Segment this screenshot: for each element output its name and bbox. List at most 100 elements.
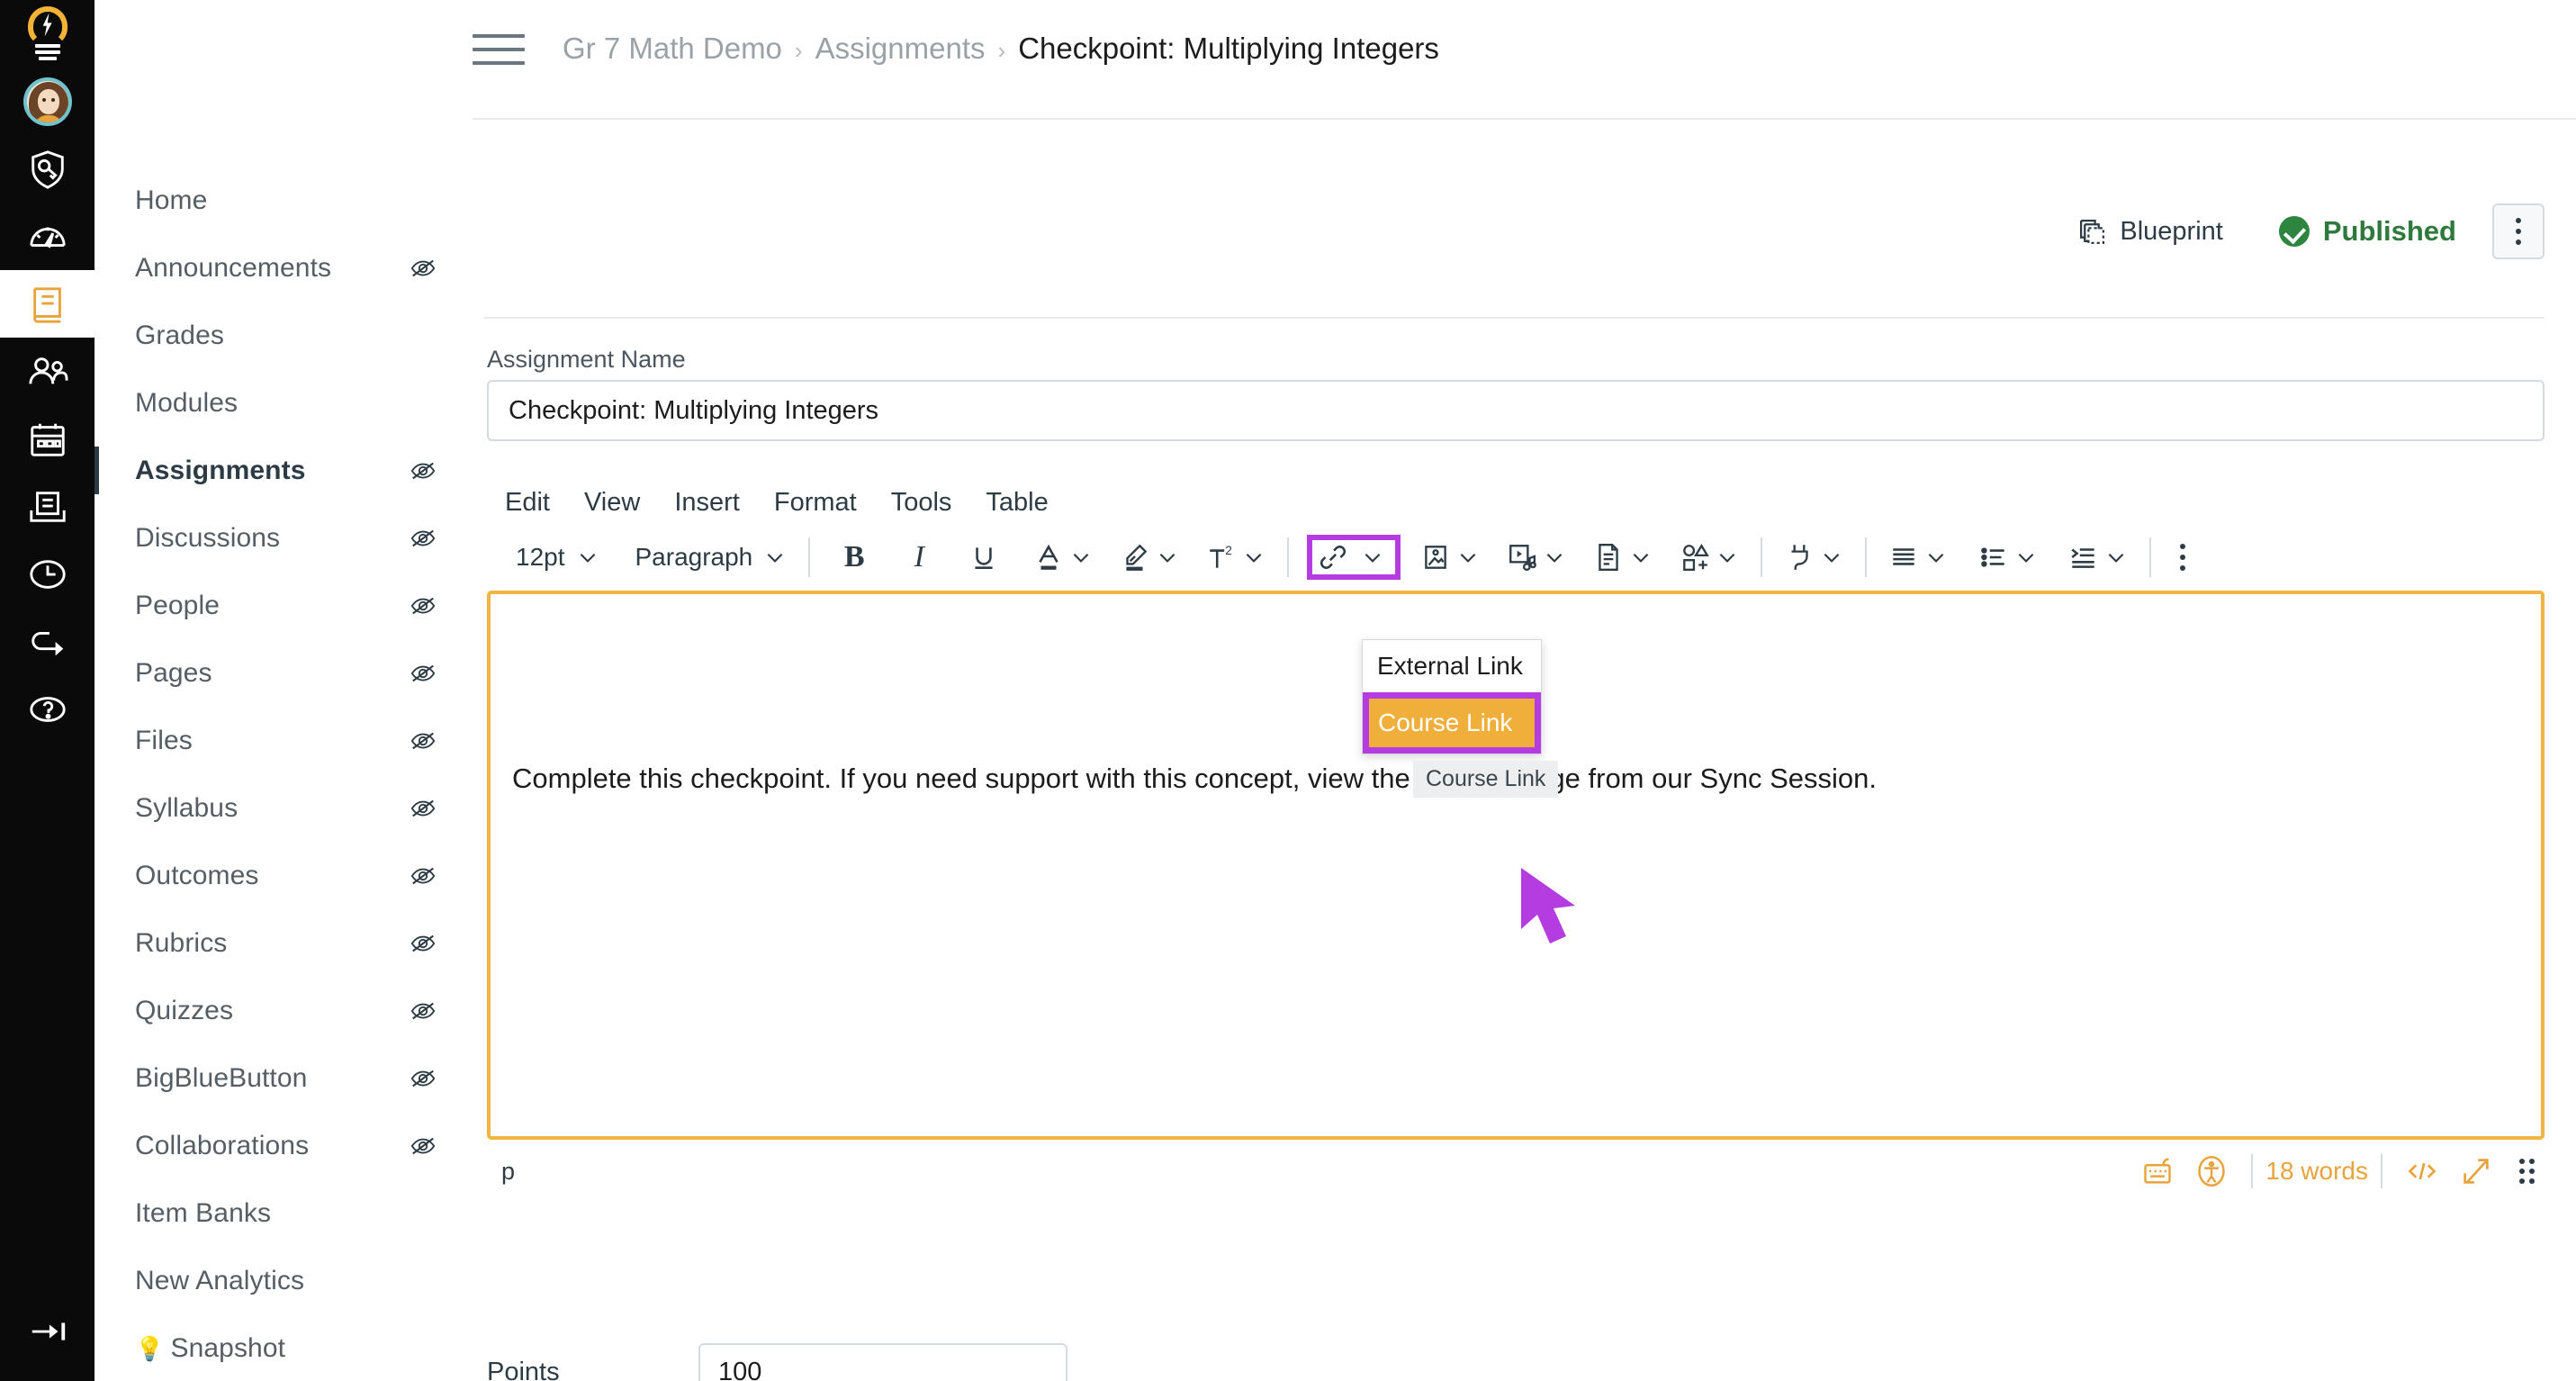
chevron-down-icon-2 — [763, 546, 787, 569]
global-nav-account[interactable] — [0, 68, 95, 135]
course-nav-item-modules[interactable]: Modules — [135, 369, 459, 437]
course-nav-item-pages[interactable]: Pages — [135, 639, 459, 707]
resize-handle-icon[interactable] — [2519, 1159, 2539, 1184]
global-nav-groups[interactable] — [0, 338, 95, 405]
superscript-button[interactable]: 2 — [1199, 534, 1273, 581]
divider — [484, 317, 2544, 319]
bold-button[interactable]: B — [832, 534, 877, 581]
link-menu-item-external-link[interactable]: External Link — [1363, 640, 1541, 692]
toolbar-overflow-button[interactable] — [2166, 544, 2200, 571]
rce-menu-insert[interactable]: Insert — [674, 488, 740, 518]
global-nav-calendar[interactable] — [0, 405, 95, 473]
course-nav-item-people[interactable]: People — [135, 572, 459, 639]
more-options-button[interactable] — [2492, 203, 2544, 259]
rce-menu-tools[interactable]: Tools — [891, 488, 952, 518]
blueprint-label: Blueprint — [2120, 216, 2223, 246]
gauge-icon — [27, 216, 68, 257]
underline-button[interactable] — [961, 534, 1006, 581]
indent-button[interactable] — [2061, 534, 2135, 581]
blueprint-button[interactable]: Blueprint — [2077, 216, 2223, 247]
course-nav-label: Files — [135, 725, 193, 755]
assignment-name-label: Assignment Name — [487, 346, 686, 373]
keyboard-shortcuts-icon[interactable] — [2141, 1155, 2174, 1187]
check-circle-icon — [2278, 216, 2310, 247]
element-path[interactable]: p — [501, 1158, 515, 1186]
course-nav-item-rubrics[interactable]: Rubrics — [135, 909, 459, 977]
course-nav-list: Home Announcements Grades Modules Assignment… — [95, 167, 459, 1381]
course-nav-item-quizzes[interactable]: Quizzes — [135, 977, 459, 1044]
insert-link-button[interactable] — [1307, 535, 1401, 580]
course-nav-item-outcomes[interactable]: Outcomes — [135, 842, 459, 909]
global-nav-dashboard-logo[interactable] — [0, 0, 95, 68]
global-nav-admin[interactable] — [0, 135, 95, 203]
breadcrumb-assignments[interactable]: Assignments — [815, 32, 986, 66]
course-nav-item-discussions[interactable]: Discussions — [135, 504, 459, 572]
chevron-down-icon-7 — [1456, 546, 1480, 569]
italic-button[interactable]: I — [896, 534, 941, 581]
highlight-color-button[interactable] — [1112, 534, 1186, 581]
published-badge[interactable]: Published — [2278, 215, 2456, 248]
course-nav-item-grades[interactable]: Grades — [135, 302, 459, 369]
breadcrumb-course[interactable]: Gr 7 Math Demo — [563, 32, 782, 66]
global-nav-history[interactable] — [0, 540, 95, 608]
insert-image-button[interactable] — [1413, 534, 1487, 581]
global-nav-commons[interactable] — [0, 608, 95, 675]
hidden-eye-icon — [410, 1065, 437, 1092]
fullscreen-expand-icon[interactable] — [2460, 1155, 2492, 1187]
course-nav-item-files[interactable]: Files — [135, 707, 459, 774]
text-color-button[interactable] — [1026, 534, 1100, 581]
statusbar-right: 18 words — [2130, 1154, 2539, 1188]
chevron-down-icon-8 — [1543, 546, 1566, 569]
course-nav-item-item-banks[interactable]: Item Banks — [135, 1179, 459, 1247]
chevron-down-icon-9 — [1629, 546, 1653, 569]
course-nav-item-snapshot[interactable]: 💡 Snapshot — [135, 1314, 459, 1381]
text-color-icon — [1033, 542, 1064, 573]
rce-menu-view[interactable]: View — [584, 488, 640, 518]
course-nav-item-announcements[interactable]: Announcements — [135, 234, 459, 302]
hamburger-menu-icon[interactable] — [473, 34, 525, 75]
global-nav-dashboard[interactable] — [0, 203, 95, 270]
course-nav-item-home[interactable]: Home — [135, 167, 459, 234]
lightbulb-emoji-icon: 💡 — [135, 1334, 165, 1362]
insert-media-button[interactable] — [1500, 534, 1573, 581]
published-label: Published — [2322, 215, 2456, 247]
html-editor-icon[interactable] — [2406, 1155, 2438, 1187]
course-nav-label: Rubrics — [135, 927, 228, 958]
assignment-name-input[interactable] — [487, 380, 2544, 441]
global-nav-courses[interactable] — [0, 270, 95, 338]
align-button[interactable] — [1881, 534, 1955, 581]
lightbulb-icon — [21, 5, 75, 62]
course-nav-item-new-analytics[interactable]: New Analytics — [135, 1247, 459, 1314]
insert-shape-button[interactable] — [1672, 534, 1746, 581]
rce-menu-format[interactable]: Format — [774, 488, 857, 518]
hidden-eye-icon — [410, 592, 437, 619]
link-menu-item-course-link[interactable]: Course Link — [1363, 692, 1541, 754]
course-nav-label: Home — [135, 185, 208, 215]
word-count[interactable]: 18 words — [2265, 1157, 2368, 1186]
toolbar-divider-2 — [1287, 537, 1290, 577]
course-nav-item-bigbluebutton[interactable]: BigBlueButton — [135, 1044, 459, 1112]
rce-menubar: Edit View Insert Format Tools Table — [487, 477, 2544, 528]
rce-menu-edit[interactable]: Edit — [505, 488, 550, 518]
link-tooltip: Course Link — [1413, 761, 1559, 798]
book-icon — [27, 284, 68, 325]
apps-plugin-icon — [1784, 542, 1815, 573]
chevron-down-icon-6 — [1361, 546, 1384, 569]
block-format-dropdown[interactable]: Paragraph — [623, 534, 795, 581]
bullet-list-button[interactable] — [1971, 534, 2045, 581]
course-nav-item-collaborations[interactable]: Collaborations — [135, 1112, 459, 1179]
points-input[interactable] — [698, 1343, 1067, 1381]
course-nav-item-assignments[interactable]: Assignments — [95, 437, 459, 504]
apps-button[interactable] — [1777, 534, 1851, 581]
global-nav-help[interactable] — [0, 675, 95, 743]
avatar-icon — [23, 77, 72, 126]
global-nav-collapse[interactable] — [0, 1282, 95, 1381]
accessibility-checker-icon[interactable] — [2195, 1155, 2228, 1187]
global-nav-inbox[interactable] — [0, 473, 95, 540]
course-nav-item-syllabus[interactable]: Syllabus — [135, 774, 459, 842]
hidden-eye-icon — [410, 255, 437, 282]
font-size-dropdown[interactable]: 12pt — [503, 534, 607, 581]
rce-menu-table[interactable]: Table — [986, 488, 1048, 518]
clock-icon — [27, 554, 68, 595]
insert-document-button[interactable] — [1586, 534, 1660, 581]
